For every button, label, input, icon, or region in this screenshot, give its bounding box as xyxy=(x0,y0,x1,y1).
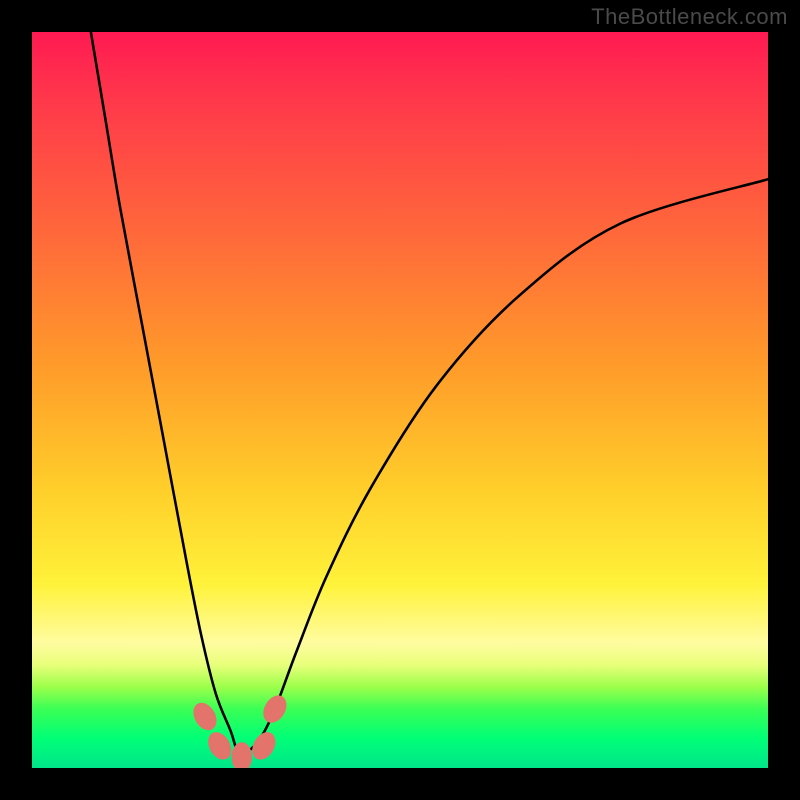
chart-container: TheBottleneck.com xyxy=(0,0,800,800)
watermark-text: TheBottleneck.com xyxy=(591,4,788,30)
plot-area xyxy=(32,32,768,768)
bottleneck-curve xyxy=(91,32,768,756)
valley-marker xyxy=(248,728,281,764)
valley-marker xyxy=(259,691,292,727)
valley-markers-group xyxy=(189,691,291,768)
curve-layer xyxy=(32,32,768,768)
valley-marker xyxy=(189,699,222,735)
